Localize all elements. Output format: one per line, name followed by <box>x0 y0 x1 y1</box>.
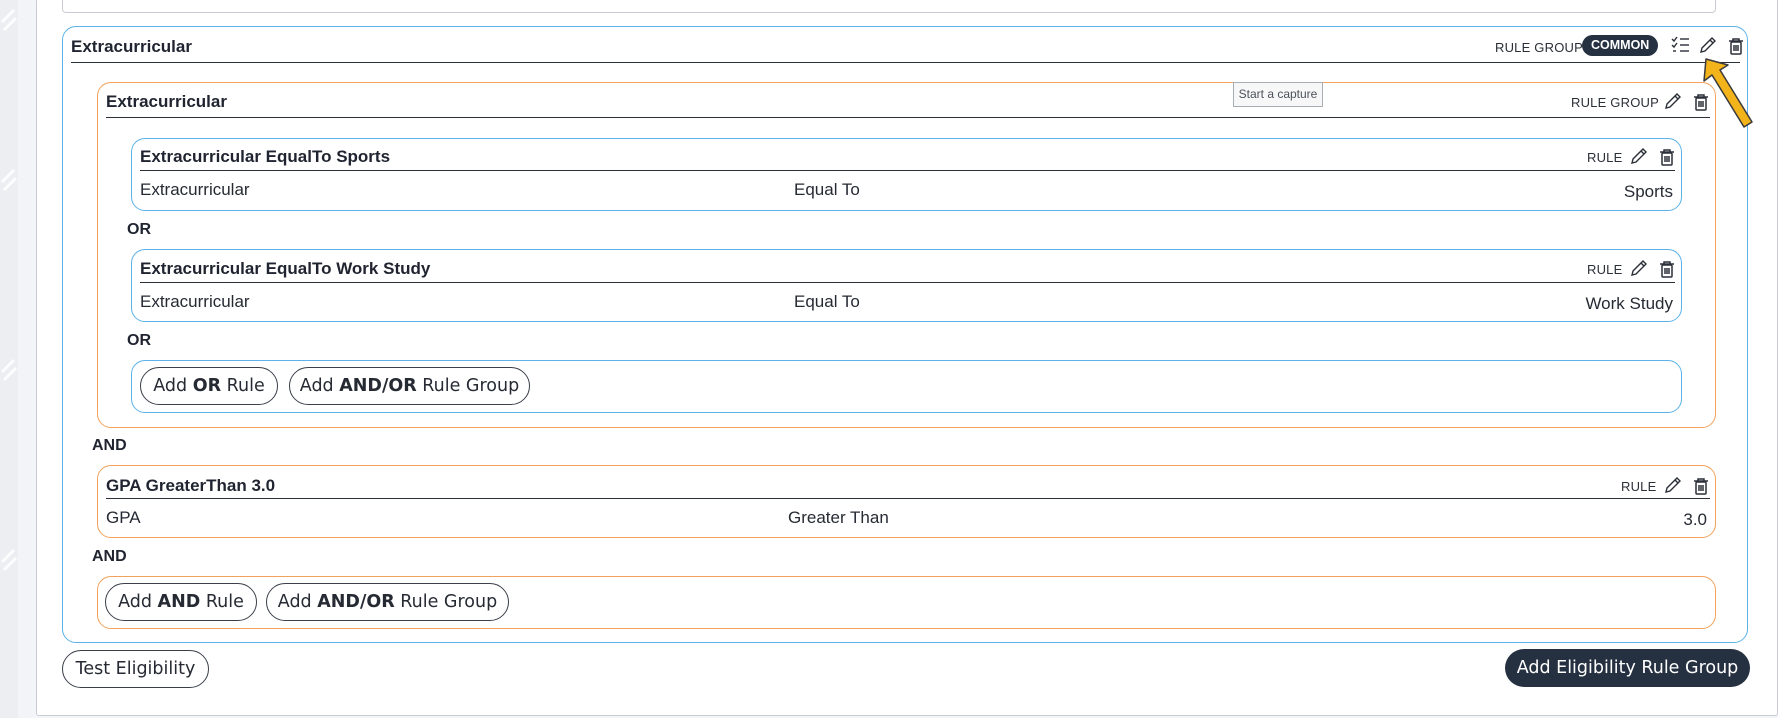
rule-kind: RULE <box>1587 150 1623 165</box>
capture-tooltip: Start a capture <box>1233 82 1323 107</box>
rule-divider <box>106 498 1710 499</box>
test-eligibility-button[interactable]: Test Eligibility <box>62 650 209 688</box>
outer-group-pencil-icon[interactable] <box>1698 35 1718 55</box>
or-connector: OR <box>127 332 151 349</box>
inner-group-kind: RULE GROUP <box>1571 95 1659 110</box>
rule-pencil-icon[interactable] <box>1629 146 1649 166</box>
rule-divider <box>140 170 1675 171</box>
rule-title: Extracurricular EqualTo Sports <box>140 147 391 166</box>
add-or-rule-button[interactable]: Add OR Rule <box>140 367 278 405</box>
rule-trash-icon[interactable] <box>1691 476 1711 496</box>
inner-group-title: Extracurricular <box>106 92 227 111</box>
rule-pencil-icon[interactable] <box>1629 258 1649 278</box>
rule-kind: RULE <box>1587 262 1623 277</box>
rule-operator: Greater Than <box>788 508 889 527</box>
add-and-or-rule-group-button[interactable]: Add AND/OR Rule Group <box>266 583 509 621</box>
strip-pattern-icon <box>0 8 18 572</box>
rule-field: Extracurricular <box>140 292 250 311</box>
rule-value: Sports <box>1623 182 1673 201</box>
rule-operator: Equal To <box>794 180 860 199</box>
outer-group-title: Extracurricular <box>71 37 192 56</box>
rule-field: GPA <box>106 508 141 527</box>
left-decorative-strip <box>0 0 18 718</box>
rule-card <box>97 465 1716 538</box>
add-and-or-rule-group-button[interactable]: Add AND/OR Rule Group <box>289 367 530 405</box>
outer-group-divider <box>71 62 1740 63</box>
rule-operator: Equal To <box>794 292 860 311</box>
add-eligibility-rule-group-button[interactable]: Add Eligibility Rule Group <box>1505 649 1750 687</box>
checklist-icon[interactable] <box>1670 35 1690 55</box>
rule-field: Extracurricular <box>140 180 250 199</box>
rule-trash-icon[interactable] <box>1657 259 1677 279</box>
rule-value: Work Study <box>1585 294 1673 313</box>
rule-title: Extracurricular EqualTo Work Study <box>140 259 431 278</box>
and-connector: AND <box>92 548 127 565</box>
rule-divider <box>140 282 1675 283</box>
inner-group-pencil-icon[interactable] <box>1663 91 1683 111</box>
previous-card-edge <box>62 0 1716 13</box>
pointer-arrow-icon <box>1703 58 1753 128</box>
common-badge: COMMON <box>1582 35 1659 56</box>
or-connector: OR <box>127 221 151 238</box>
rule-title: GPA GreaterThan 3.0 <box>106 476 276 495</box>
inner-group-divider <box>106 117 1710 118</box>
rule-kind: RULE <box>1621 479 1657 494</box>
and-connector: AND <box>92 437 127 454</box>
add-and-rule-button[interactable]: Add AND Rule <box>105 583 257 621</box>
rule-value: 3.0 <box>1683 510 1707 529</box>
rule-pencil-icon[interactable] <box>1663 475 1683 495</box>
rule-trash-icon[interactable] <box>1657 147 1677 167</box>
outer-group-trash-icon[interactable] <box>1726 36 1746 56</box>
outer-group-kind: RULE GROUP <box>1495 40 1583 55</box>
